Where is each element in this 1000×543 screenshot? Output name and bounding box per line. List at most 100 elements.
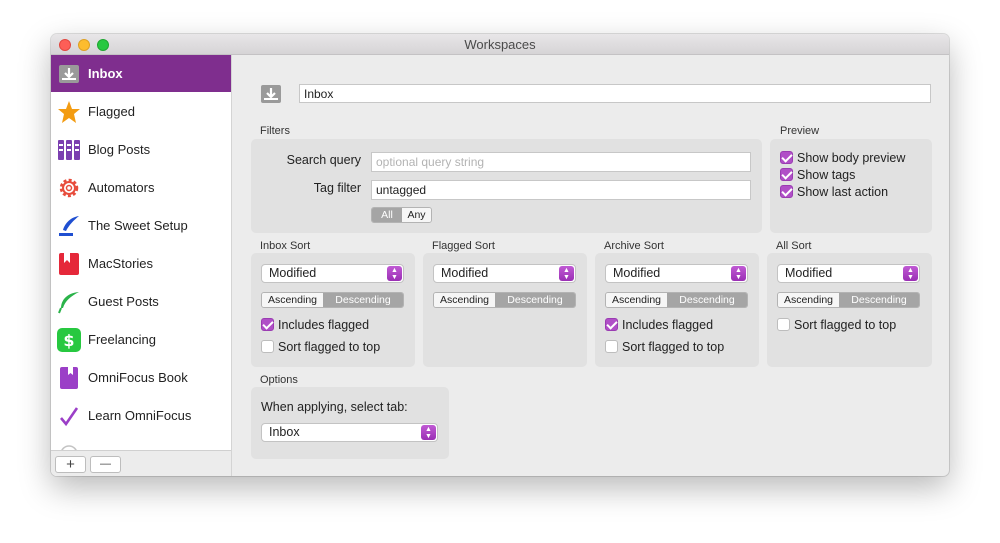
close-window-button[interactable] bbox=[59, 39, 71, 51]
inbox-sort-flagged-top-label: Sort flagged to top bbox=[278, 340, 381, 354]
add-workspace-button[interactable]: + bbox=[55, 456, 86, 473]
quill-icon bbox=[57, 214, 81, 238]
match-all-segment[interactable]: All bbox=[372, 208, 402, 222]
show-tags-label: Show tags bbox=[797, 168, 856, 182]
sidebar-item-macstories[interactable]: MacStories bbox=[51, 245, 231, 282]
flagged-sort-field-value: Modified bbox=[441, 266, 489, 280]
sidebar-item-label: Guest Posts bbox=[88, 294, 159, 309]
star-icon bbox=[57, 100, 81, 124]
show-body-preview-label: Show body preview bbox=[797, 151, 906, 165]
options-panel: When applying, select tab: Inbox ▲ ▼ bbox=[251, 387, 449, 459]
workspace-editor: Inbox Filters Search query optional quer… bbox=[232, 55, 949, 476]
bookmark-icon bbox=[57, 252, 81, 276]
show-body-preview-checkbox[interactable] bbox=[780, 151, 793, 164]
remove-workspace-button[interactable]: — bbox=[90, 456, 121, 473]
inbox-icon bbox=[57, 62, 81, 86]
tag-filter-label: Tag filter bbox=[313, 181, 361, 195]
all-sort-title: All Sort bbox=[776, 240, 812, 252]
all-sort-panel: Modified ▲ ▼ Ascending Descending Sort fl… bbox=[767, 253, 932, 367]
sidebar-item-label: MacStories bbox=[88, 256, 154, 271]
workspace-name-field[interactable]: Inbox bbox=[299, 84, 931, 103]
all-sort-order-control: Ascending Descending bbox=[777, 292, 920, 308]
select-tab-label: When applying, select tab: bbox=[261, 400, 408, 414]
search-query-input[interactable]: optional query string bbox=[371, 152, 751, 172]
sidebar-item-label: Learn OmniFocus bbox=[88, 408, 192, 423]
search-query-label: Search query bbox=[286, 153, 361, 167]
sidebar-item-blog-posts[interactable]: Blog Posts bbox=[51, 131, 231, 168]
preview-panel: Show body preview Show tags Show last ac… bbox=[770, 139, 932, 233]
archive-includes-flagged-checkbox[interactable] bbox=[605, 318, 618, 331]
match-any-segment[interactable]: Any bbox=[402, 208, 431, 222]
show-last-action-checkbox[interactable] bbox=[780, 185, 793, 198]
archive-includes-flagged-label: Includes flagged bbox=[622, 318, 714, 332]
inbox-sort-field-select[interactable]: Modified ▲ ▼ bbox=[261, 264, 404, 283]
chevron-updown-icon: ▲ ▼ bbox=[387, 266, 402, 281]
chevron-updown-icon: ▲ ▼ bbox=[559, 266, 574, 281]
inbox-sort-descending-segment[interactable]: Descending bbox=[323, 293, 403, 307]
flagged-sort-panel: Modified ▲ ▼ Ascending Descending bbox=[423, 253, 587, 367]
all-sort-flagged-top-label: Sort flagged to top bbox=[794, 318, 897, 332]
select-tab-select[interactable]: Inbox ▲ ▼ bbox=[261, 423, 438, 442]
sidebar-item-label: Flagged bbox=[88, 104, 135, 119]
sidebar-item-omnifocus-book[interactable]: OmniFocus Book bbox=[51, 359, 231, 396]
sidebar-item-label: Inbox bbox=[88, 66, 123, 81]
flagged-sort-order-control: Ascending Descending bbox=[433, 292, 576, 308]
inbox-sort-flagged-top-checkbox[interactable] bbox=[261, 340, 274, 353]
select-tab-value: Inbox bbox=[269, 425, 300, 439]
inbox-includes-flagged-label: Includes flagged bbox=[278, 318, 370, 332]
archive-sort-field-select[interactable]: Modified ▲ ▼ bbox=[605, 264, 748, 283]
minimize-window-button[interactable] bbox=[78, 39, 90, 51]
flagged-sort-title: Flagged Sort bbox=[432, 240, 495, 252]
archive-sort-title: Archive Sort bbox=[604, 240, 664, 252]
filters-title: Filters bbox=[260, 125, 290, 137]
title-bar: Workspaces bbox=[51, 34, 949, 55]
archive-sort-flagged-top-label: Sort flagged to top bbox=[622, 340, 725, 354]
chevron-updown-icon: ▲ ▼ bbox=[731, 266, 746, 281]
archive-sort-ascending-segment[interactable]: Ascending bbox=[606, 293, 667, 307]
sidebar-item-label: Blog Posts bbox=[88, 142, 151, 157]
sidebar-item-label: The Sweet Setup bbox=[88, 218, 188, 233]
archive-sort-field-value: Modified bbox=[613, 266, 661, 280]
inbox-sort-order-control: Ascending Descending bbox=[261, 292, 404, 308]
archive-sort-flagged-top-checkbox[interactable] bbox=[605, 340, 618, 353]
sidebar-item-guest-posts[interactable]: Guest Posts bbox=[51, 283, 231, 320]
workspaces-window: Workspaces Inbox Flagged Blog Posts Auto… bbox=[51, 34, 949, 476]
sidebar-item-flagged[interactable]: Flagged bbox=[51, 93, 231, 130]
sidebar-item-learn-omnifocus[interactable]: Learn OmniFocus bbox=[51, 397, 231, 434]
book-icon bbox=[57, 366, 81, 390]
flagged-sort-descending-segment[interactable]: Descending bbox=[495, 293, 575, 307]
show-last-action-label: Show last action bbox=[797, 185, 889, 199]
sidebar-footer: + — bbox=[51, 450, 231, 476]
archive-sort-descending-segment[interactable]: Descending bbox=[667, 293, 747, 307]
all-sort-ascending-segment[interactable]: Ascending bbox=[778, 293, 839, 307]
filters-panel: Search query optional query string Tag f… bbox=[251, 139, 762, 233]
sidebar-item-label: OmniFocus Book bbox=[88, 370, 188, 385]
inbox-sort-panel: Modified ▲ ▼ Ascending Descending Include… bbox=[251, 253, 415, 367]
all-sort-flagged-top-checkbox[interactable] bbox=[777, 318, 790, 331]
gear-icon bbox=[57, 176, 81, 200]
all-sort-field-value: Modified bbox=[785, 266, 833, 280]
zoom-window-button[interactable] bbox=[97, 39, 109, 51]
all-sort-descending-segment[interactable]: Descending bbox=[839, 293, 919, 307]
sidebar-item-label: Freelancing bbox=[88, 332, 156, 347]
sidebar-item-inbox[interactable]: Inbox bbox=[51, 55, 231, 92]
dollar-icon: $ bbox=[57, 327, 81, 352]
window-title: Workspaces bbox=[464, 37, 536, 52]
match-segmented-control: All Any bbox=[371, 207, 432, 223]
chevron-updown-icon: ▲ ▼ bbox=[903, 266, 918, 281]
options-title: Options bbox=[260, 374, 298, 386]
inbox-includes-flagged-checkbox[interactable] bbox=[261, 318, 274, 331]
sidebar-item-automators[interactable]: Automators bbox=[51, 169, 231, 206]
preview-title: Preview bbox=[780, 125, 820, 137]
sidebar-item-freelancing[interactable]: $ Freelancing bbox=[51, 321, 231, 358]
tag-filter-input[interactable]: untagged bbox=[371, 180, 751, 200]
show-tags-checkbox[interactable] bbox=[780, 168, 793, 181]
inbox-sort-field-value: Modified bbox=[269, 266, 317, 280]
flagged-sort-ascending-segment[interactable]: Ascending bbox=[434, 293, 495, 307]
archive-sort-order-control: Ascending Descending bbox=[605, 292, 748, 308]
all-sort-field-select[interactable]: Modified ▲ ▼ bbox=[777, 264, 920, 283]
flagged-sort-field-select[interactable]: Modified ▲ ▼ bbox=[433, 264, 576, 283]
inbox-sort-ascending-segment[interactable]: Ascending bbox=[262, 293, 323, 307]
feather-icon bbox=[57, 290, 81, 314]
sidebar-item-the-sweet-setup[interactable]: The Sweet Setup bbox=[51, 207, 231, 244]
